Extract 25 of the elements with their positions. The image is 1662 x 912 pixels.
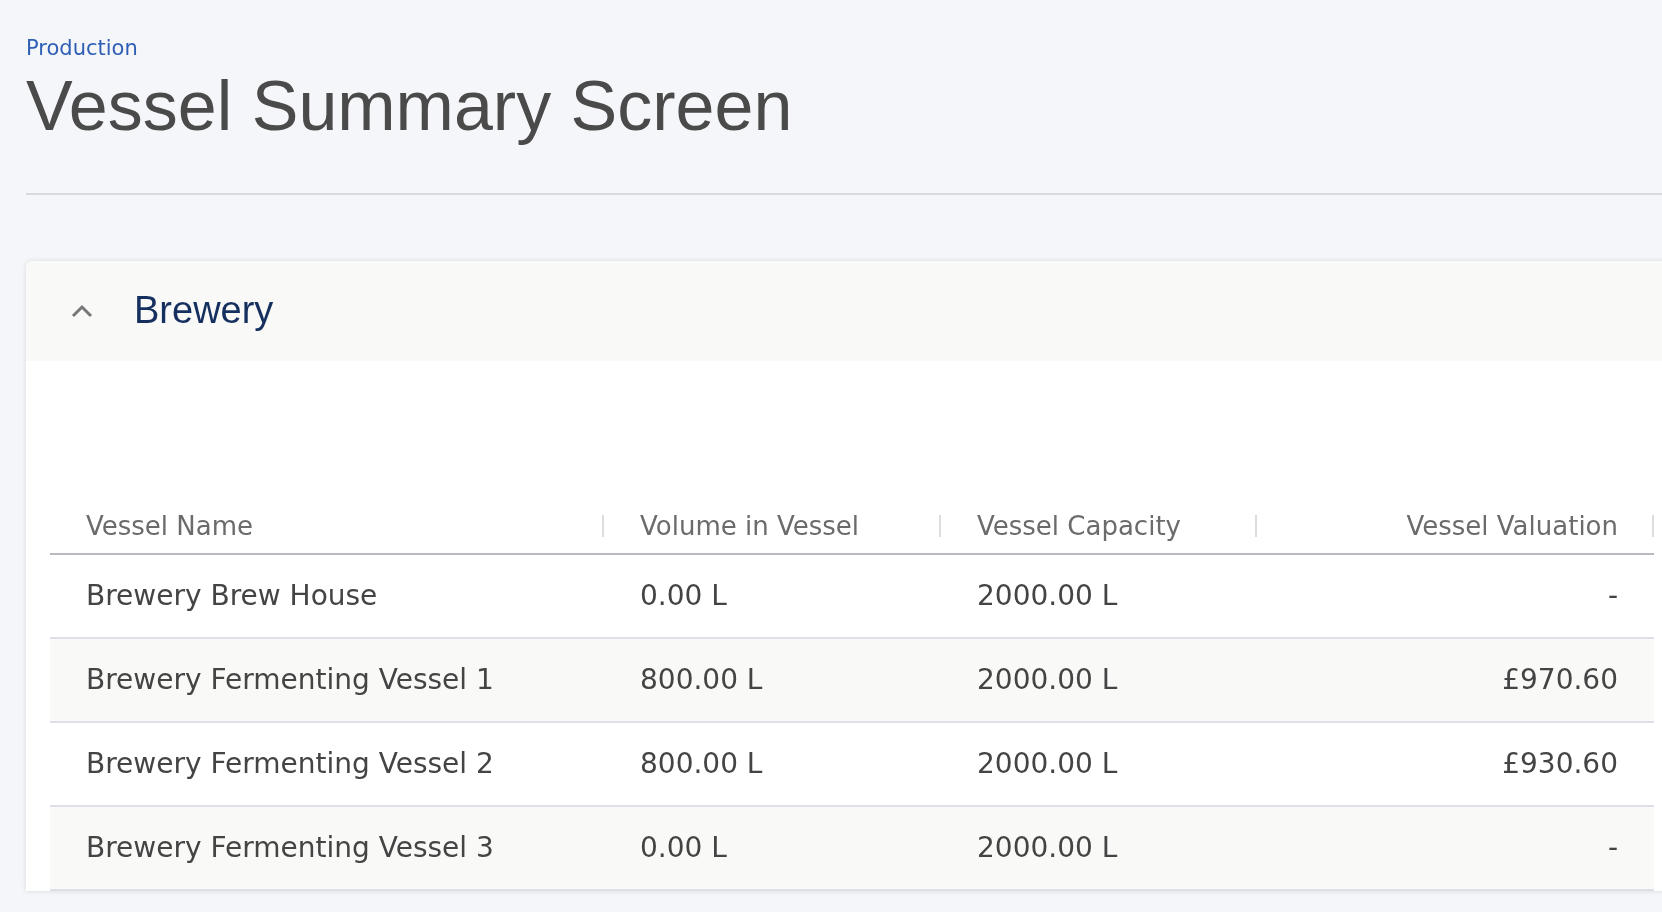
column-header: Vessel Capacity [977,510,1181,541]
table-cell: - [1607,831,1618,864]
table-cell: 0.00 L [640,579,727,612]
table-cell: 2000.00 L [977,831,1118,864]
table-cell: 2000.00 L [977,747,1118,780]
section-header[interactable]: Brewery [26,260,1662,361]
table-cell: 800.00 L [640,747,763,780]
section-title: Brewery [134,289,274,332]
page-title: Vessel Summary Screen [26,66,794,147]
table-cell: Brewery Fermenting Vessel 2 [86,747,494,780]
table-cell: £970.60 [1502,663,1618,696]
table-cell: 800.00 L [640,663,763,696]
table-cell: £930.60 [1502,747,1618,780]
table-cell: - [1607,579,1618,612]
table-cell: Brewery Brew House [86,579,378,612]
chevron-up-icon [70,302,94,319]
table-cell: 2000.00 L [977,663,1118,696]
table-cell: Brewery Fermenting Vessel 3 [86,831,494,864]
column-header: Vessel Valuation [1406,510,1618,541]
table-cell: 0.00 L [640,831,727,864]
column-header: Vessel Name [86,510,254,541]
breadcrumb-link[interactable]: Production [26,36,138,60]
column-header: Volume in Vessel [640,510,859,541]
table-cell: 2000.00 L [977,579,1118,612]
table-cell: Brewery Fermenting Vessel 1 [86,663,494,696]
